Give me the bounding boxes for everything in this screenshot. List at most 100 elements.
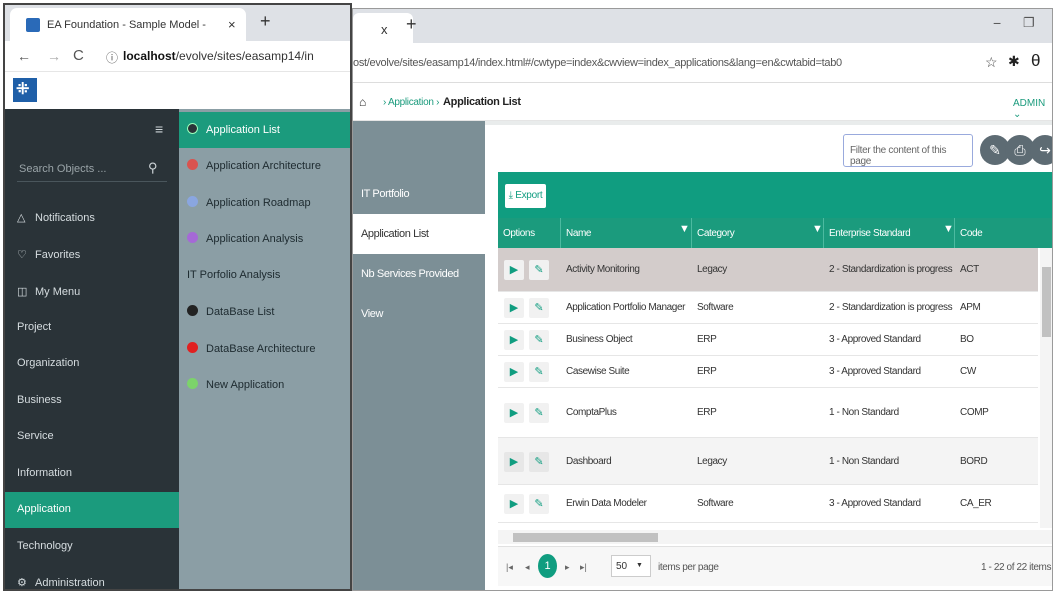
cell-code: ACT [960,264,979,275]
extension-icon[interactable]: ✱ [1008,53,1020,70]
table-row[interactable]: ▶ ✎ Casewise Suite ERP 3 - Approved Stan… [498,356,1038,388]
table-row[interactable]: ▶ ✎ Dashboard Legacy 1 - Non Standard BO… [498,438,1038,485]
last-page-icon[interactable]: ▸| [580,562,587,573]
breadcrumb-current: Application List [443,96,521,108]
sidebar-item-administration[interactable]: ⚙ Administration [5,565,179,589]
address-bar[interactable]: ost/evolve/sites/easamp14/index.html#/cw… [353,43,1052,83]
browser-window-application-list: x + − ❐ ost/evolve/sites/easamp14/index.… [352,8,1053,591]
edit-icon[interactable]: ✎ [529,260,549,280]
sidebar-item-my-menu[interactable]: ◫ My Menu [5,274,179,310]
filter-icon[interactable]: ▼ [812,223,823,235]
application-submenu: Application List Application Architectur… [179,109,350,589]
filter-icon[interactable]: ▼ [943,223,954,235]
table-row[interactable]: ▶ ✎ ComptaPlus ERP 1 - Non Standard COMP [498,388,1038,438]
star-icon[interactable]: ☆ [985,54,998,71]
sidebar-item-application[interactable]: Application [5,492,179,528]
sidebar-item-label: Administration [35,577,105,589]
sidebar-item-service[interactable]: Service [5,419,179,455]
tab-nb-services-provided[interactable]: Nb Services Provided [353,254,485,294]
browser-tab[interactable]: EA Foundation - Sample Model - × [10,8,246,41]
forward-icon[interactable]: → [47,48,61,64]
bookmark-icon: ◫ [17,286,28,298]
home-icon[interactable]: ⌂ [359,95,366,109]
prev-page-icon[interactable]: ◂ [525,562,530,573]
open-icon[interactable]: ▶ [504,298,524,318]
cell-code: CA_ER [960,498,992,509]
cell-name: Erwin Data Modeler [566,498,647,509]
column-header-name[interactable]: Name [566,228,591,239]
url-text[interactable]: ost/evolve/sites/easamp14/index.html#/cw… [353,57,842,69]
submenu-item-application-list[interactable]: Application List [179,112,350,148]
column-header-code[interactable]: Code [960,228,983,239]
tab-title: EA Foundation - Sample Model - [47,19,206,31]
open-icon[interactable]: ▶ [504,362,524,382]
table-row[interactable]: ▶ ✎ Activity Monitoring Legacy 2 - Stand… [498,248,1038,292]
sidebar-item-organization[interactable]: Organization [5,346,179,382]
column-header-category[interactable]: Category [697,228,735,239]
export-button[interactable]: ⤓ Export [505,184,546,208]
sidebar-item-technology[interactable]: Technology [5,529,179,565]
open-icon[interactable]: ▶ [504,403,524,423]
table-row[interactable]: ▶ ✎ Erwin Data Modeler Software 3 - Appr… [498,485,1038,523]
sidebar-item-information[interactable]: Information [5,456,179,492]
sidebar-item-project[interactable]: Project [5,310,179,346]
submenu-item-application-analysis[interactable]: Application Analysis [179,221,350,257]
edit-icon[interactable]: ✎ [529,452,549,472]
close-tab-icon[interactable]: x [381,22,388,37]
tab-view[interactable]: View [353,294,485,334]
close-tab-icon[interactable]: × [228,17,236,32]
edit-icon[interactable]: ✎ [529,494,549,514]
horizontal-scrollbar-thumb[interactable] [513,533,658,542]
tab-it-portfolio[interactable]: IT Portfolio [353,174,485,214]
user-menu[interactable]: ADMIN ⌄ [1013,98,1052,120]
vertical-scrollbar-thumb[interactable] [1042,267,1051,337]
open-icon[interactable]: ▶ [504,330,524,350]
submenu-item-application-roadmap[interactable]: Application Roadmap [179,185,350,221]
page-size-select[interactable]: 50 [611,555,651,577]
search-placeholder[interactable]: Search Objects ... [19,163,106,175]
share-icon[interactable]: ↪ [1030,135,1052,165]
edit-icon[interactable]: ✎ [529,362,549,382]
reload-icon[interactable]: C [73,47,84,64]
minimize-icon[interactable]: − [993,15,1001,31]
new-application-icon [187,378,198,389]
site-info-icon[interactable]: ⓘ [106,49,118,66]
edit-icon[interactable]: ✎ [529,330,549,350]
new-tab-button[interactable]: + [406,14,417,35]
profile-icon[interactable]: θ [1031,51,1040,71]
breadcrumb: ⌂ › Application › Application List ADMIN… [353,84,1052,121]
back-icon[interactable]: ← [17,48,31,64]
restore-icon[interactable]: ❐ [1023,15,1035,31]
tab-application-list[interactable]: Application List [353,214,485,254]
first-page-icon[interactable]: |◂ [506,562,513,573]
submenu-item-database-architecture[interactable]: DataBase Architecture [179,331,350,367]
sidebar-item-business[interactable]: Business [5,383,179,419]
hamburger-menu-icon[interactable]: ≡ [155,121,163,137]
sidebar-item-favorites[interactable]: ♡ Favorites [5,237,179,273]
submenu-item-it-porfolio-analysis[interactable]: IT Porfolio Analysis [179,258,350,294]
filter-icon[interactable]: ▼ [679,223,690,235]
submenu-item-application-architecture[interactable]: Application Architecture [179,148,350,184]
current-page-button[interactable]: 1 [538,554,557,578]
open-icon[interactable]: ▶ [504,494,524,514]
submenu-item-new-application[interactable]: New Application [179,367,350,403]
next-page-icon[interactable]: ▸ [565,562,570,573]
browser-tab[interactable]: x [353,13,413,43]
submenu-item-database-list[interactable]: DataBase List [179,294,350,330]
table-row[interactable]: ▶ ✎ Application Portfolio Manager Softwa… [498,292,1038,324]
url-host: localhost [123,49,176,63]
chevron-down-icon[interactable]: ▼ [636,562,643,569]
new-tab-button[interactable]: + [260,11,271,32]
url-text[interactable]: localhost/evolve/sites/easamp14/in [123,49,314,63]
breadcrumb-parent[interactable]: › Application › [383,97,439,108]
table-row[interactable]: ▶ ✎ Business Object ERP 3 - Approved Sta… [498,324,1038,356]
sidebar-item-notifications[interactable]: △ Notifications [5,200,179,236]
column-header-enterprise-standard[interactable]: Enterprise Standard [829,228,911,239]
edit-icon[interactable]: ✎ [529,403,549,423]
search-icon[interactable]: ⚲ [148,160,158,176]
breadcrumb-link-application[interactable]: Application [388,97,434,108]
edit-icon[interactable]: ✎ [529,298,549,318]
open-icon[interactable]: ▶ [504,452,524,472]
filter-input[interactable]: Filter the content of this page [843,134,973,167]
open-icon[interactable]: ▶ [504,260,524,280]
